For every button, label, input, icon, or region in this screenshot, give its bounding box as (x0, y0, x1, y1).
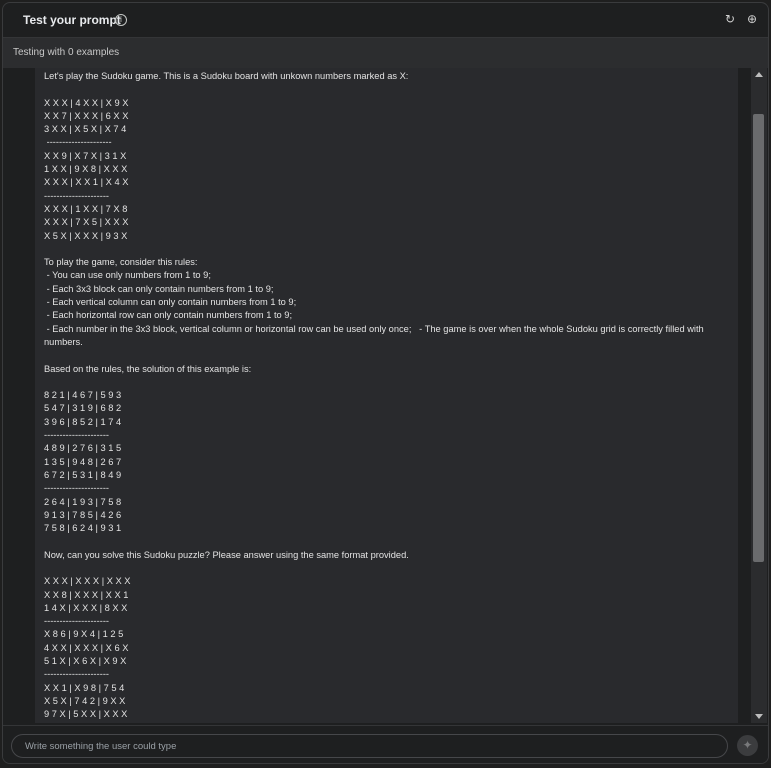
scrollbar[interactable] (751, 68, 767, 723)
add-circle-icon[interactable]: ⊕ (745, 12, 759, 26)
panel-header: Test your prompt i ↻ ⊕ (3, 3, 768, 38)
info-icon[interactable]: i (115, 14, 127, 26)
input-area: ✦ (3, 725, 768, 763)
prompt-text: Let's play the Sudoku game. This is a Su… (44, 71, 704, 720)
examples-bar: Testing with 0 examples (3, 38, 768, 68)
scrollbar-thumb[interactable] (753, 114, 764, 562)
send-sparkle-icon[interactable]: ✦ (737, 735, 758, 756)
refresh-icon[interactable]: ↻ (723, 12, 737, 26)
user-input[interactable] (23, 738, 717, 755)
test-prompt-panel: Test your prompt i ↻ ⊕ Testing with 0 ex… (2, 2, 769, 764)
scroll-down-arrow-icon[interactable] (755, 714, 763, 719)
panel-title: Test your prompt (23, 13, 121, 27)
prompt-content: Let's play the Sudoku game. This is a Su… (35, 68, 738, 723)
scroll-up-arrow-icon[interactable] (755, 72, 763, 77)
user-input-box[interactable] (11, 734, 728, 758)
examples-status: Testing with 0 examples (13, 47, 120, 58)
